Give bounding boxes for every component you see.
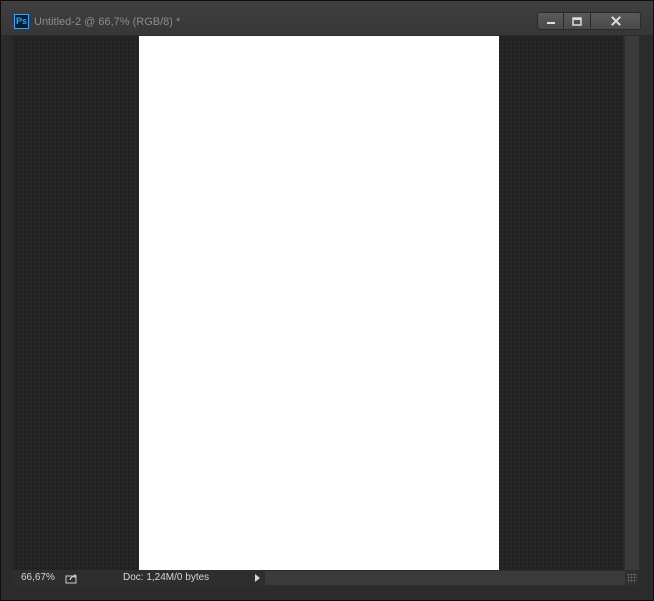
document-info: Doc: 1,24M/0 bytes: [123, 572, 210, 583]
close-button[interactable]: [591, 12, 641, 30]
vertical-scrollbar[interactable]: [624, 36, 639, 570]
title-bar[interactable]: Ps Untitled-2 @ 66,7% (RGB/8) *: [1, 1, 653, 35]
share-icon[interactable]: [65, 572, 79, 584]
maximize-icon: [572, 16, 582, 26]
canvas-pasteboard[interactable]: [13, 36, 623, 570]
photoshop-icon: Ps: [14, 14, 29, 29]
status-menu-arrow-icon[interactable]: [255, 574, 260, 582]
document-window: Ps Untitled-2 @ 66,7% (RGB/8) * 66,67% D…: [0, 0, 654, 601]
resize-grip-icon[interactable]: [627, 573, 637, 583]
status-bar: 66,67% Doc: 1,24M/0 bytes: [13, 570, 639, 586]
maximize-button[interactable]: [564, 12, 591, 30]
document-canvas[interactable]: [139, 36, 499, 570]
zoom-level[interactable]: 66,67%: [21, 572, 55, 583]
window-controls: [537, 12, 641, 30]
horizontal-scrollbar[interactable]: [265, 571, 625, 585]
close-icon: [610, 16, 621, 26]
minimize-button[interactable]: [537, 12, 564, 30]
document-title: Untitled-2 @ 66,7% (RGB/8) *: [34, 16, 181, 28]
minimize-icon: [546, 22, 555, 24]
